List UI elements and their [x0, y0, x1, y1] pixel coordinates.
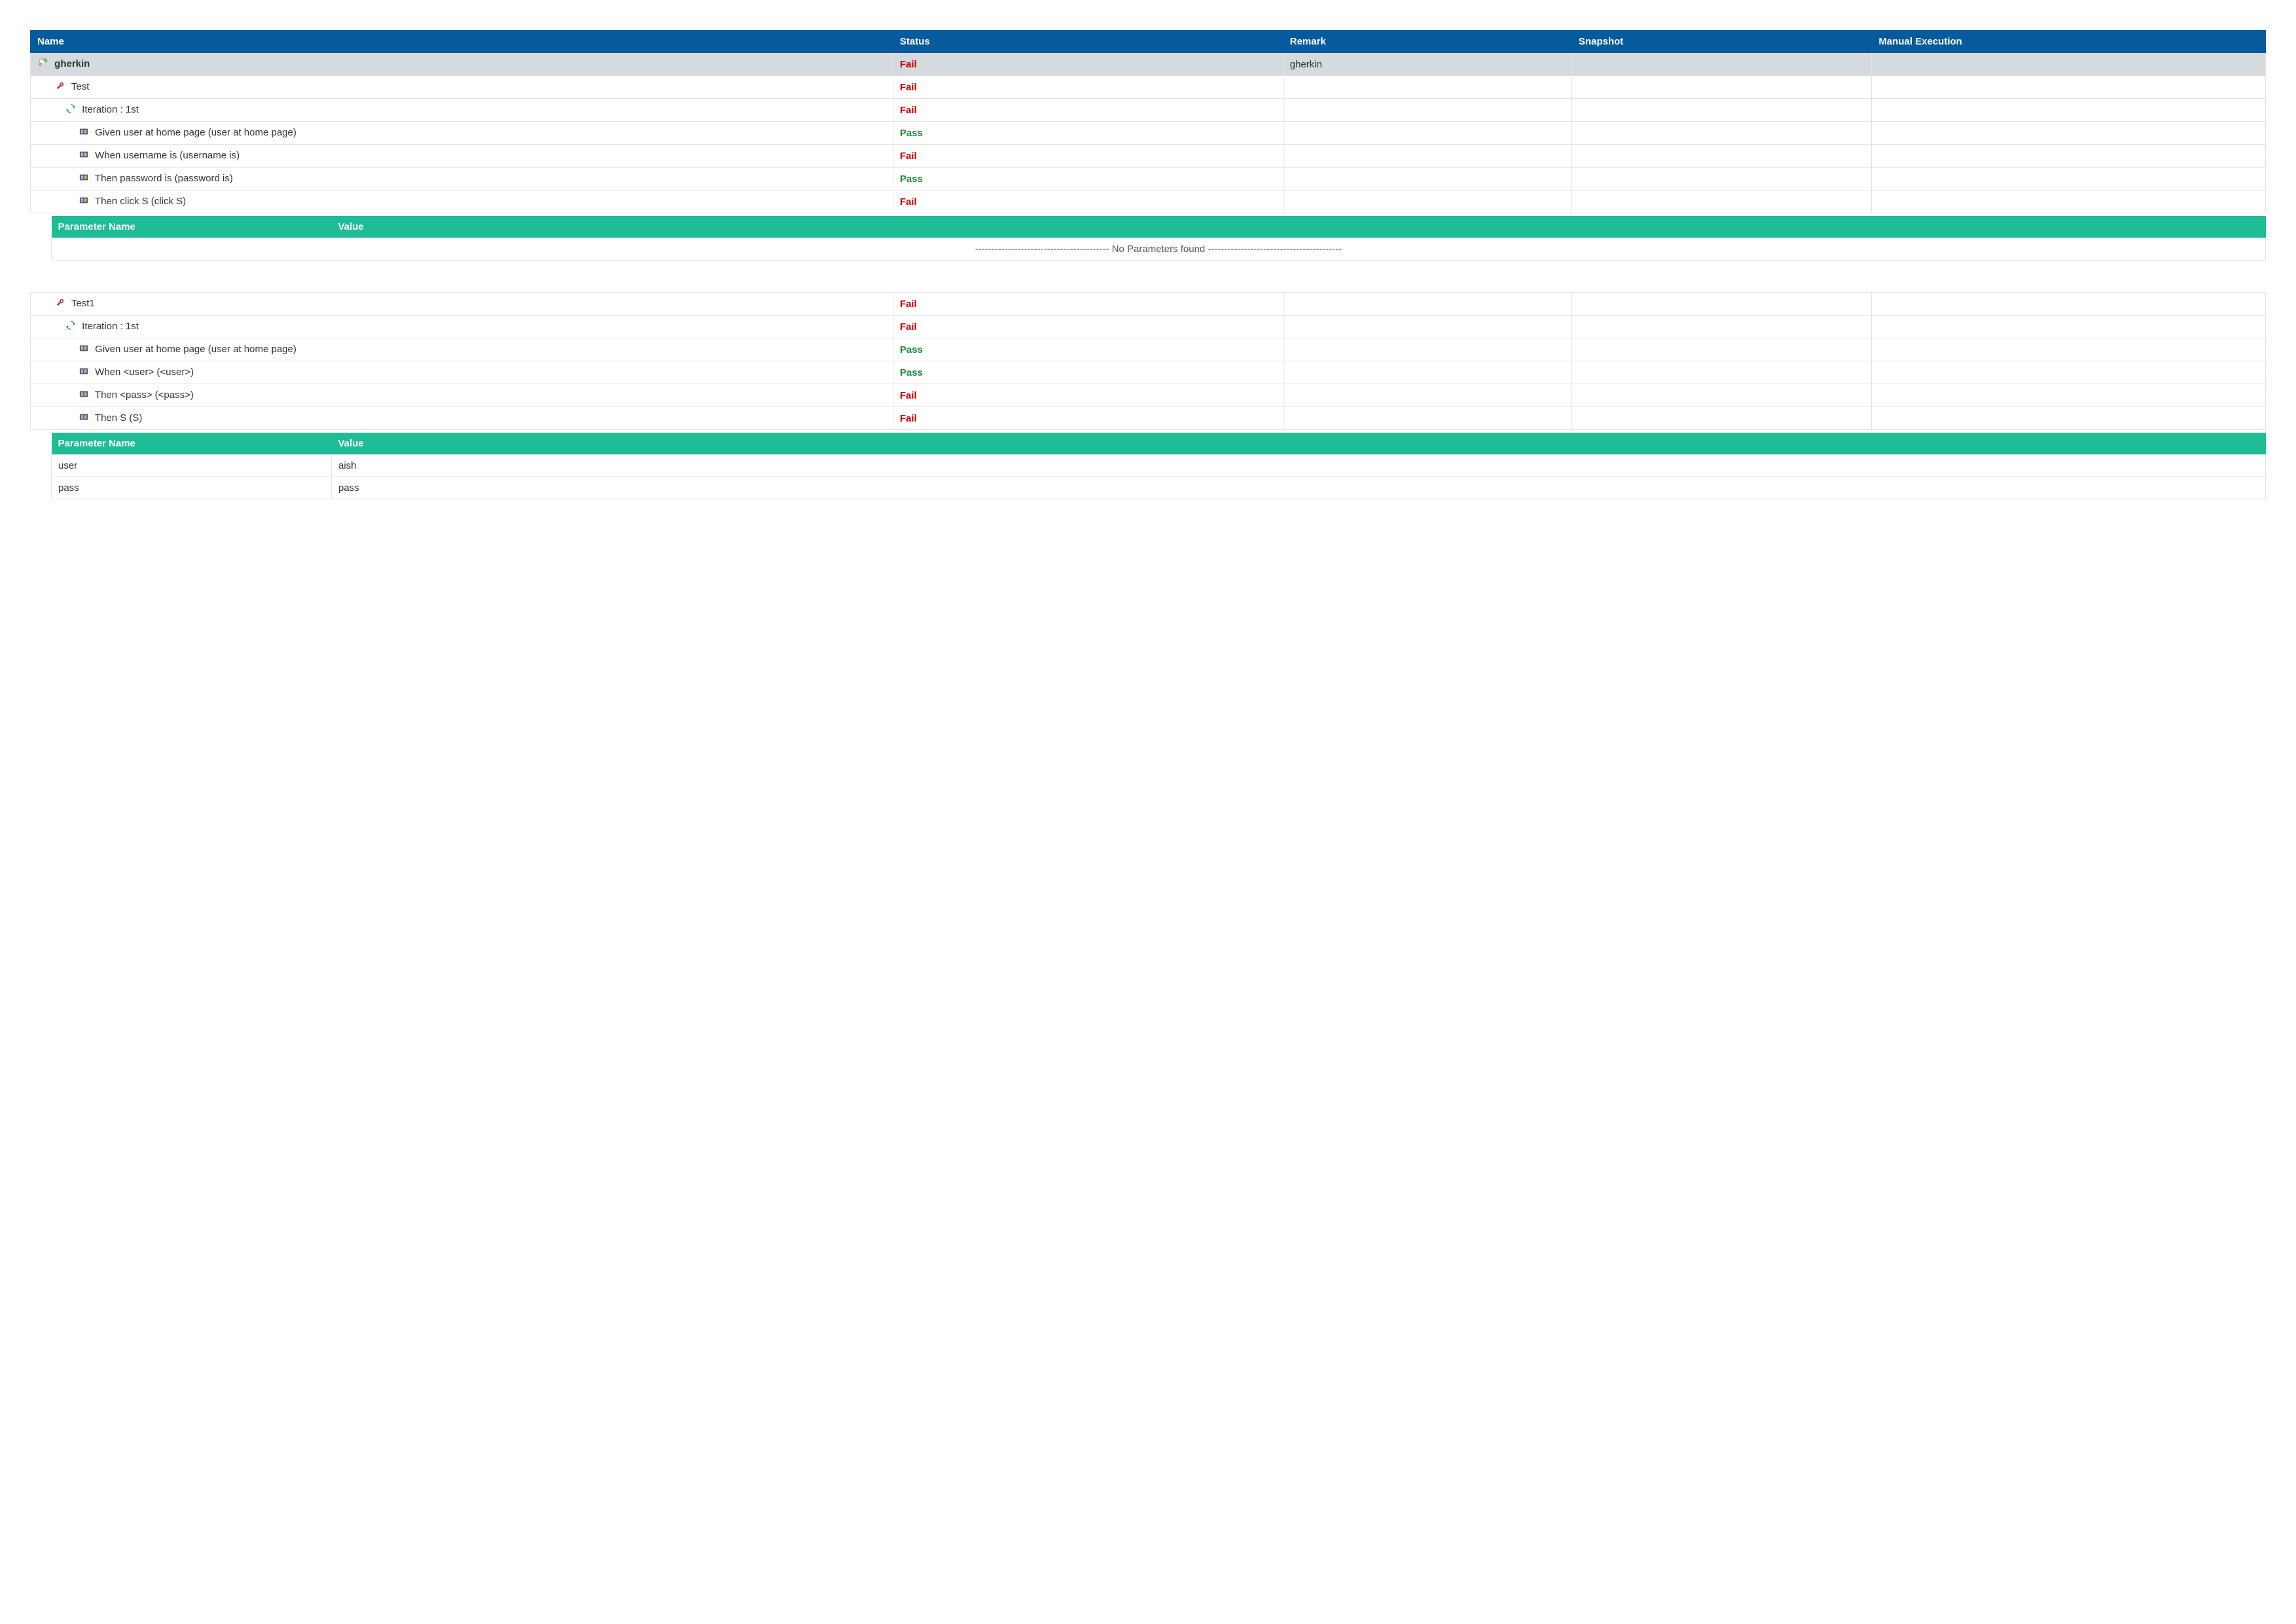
step-icon — [79, 367, 88, 378]
step-icon — [79, 150, 88, 162]
step-row[interactable]: Given user at home page (user at home pa… — [31, 338, 2266, 361]
step-icon — [79, 344, 88, 355]
param-value: pass — [338, 482, 359, 494]
test-row[interactable]: Test Fail — [31, 76, 2266, 99]
step-name: When username is (username is) — [95, 150, 240, 161]
results-table: Test1 Fail Iteration : 1st Fail Given us… — [30, 292, 2266, 430]
refresh-icon — [66, 321, 75, 333]
wrench-icon — [56, 81, 65, 93]
step-name: Then <pass> (<pass>) — [95, 389, 194, 401]
step-icon — [79, 173, 88, 185]
step-name: Then click S (click S) — [95, 196, 186, 207]
param-header-row: Parameter Name Value — [52, 433, 2266, 455]
step-status: Fail — [900, 151, 917, 162]
refresh-icon — [66, 104, 75, 116]
feature-name: gherkin — [54, 58, 90, 69]
col-remark: Remark — [1283, 31, 1571, 53]
iteration-label: Iteration : 1st — [82, 321, 139, 332]
step-row[interactable]: Given user at home page (user at home pa… — [31, 122, 2266, 145]
no-params-row: ----------------------------------------… — [52, 238, 2266, 261]
step-name: Then S (S) — [95, 412, 143, 424]
param-col-name: Parameter Name — [52, 433, 332, 455]
iteration-row[interactable]: Iteration : 1st Fail — [31, 316, 2266, 338]
step-row[interactable]: Then click S (click S) Fail — [31, 190, 2266, 213]
param-col-name: Parameter Name — [52, 216, 332, 238]
param-header-row: Parameter Name Value — [52, 216, 2266, 238]
test-row[interactable]: Test1 Fail — [31, 293, 2266, 316]
param-value: aish — [338, 460, 357, 471]
step-name: Given user at home page (user at home pa… — [95, 127, 296, 138]
header-row: Name Status Remark Snapshot Manual Execu… — [31, 31, 2266, 53]
results-table: Name Status Remark Snapshot Manual Execu… — [30, 30, 2266, 213]
param-col-value: Value — [332, 433, 2266, 455]
step-icon — [79, 127, 88, 139]
step-name: Given user at home page (user at home pa… — [95, 344, 296, 355]
feature-status: Fail — [900, 59, 917, 70]
no-params-msg: ----------------------------------------… — [975, 244, 1342, 255]
test-status: Fail — [900, 82, 917, 93]
param-row: user aish — [52, 455, 2266, 477]
step-status: Fail — [900, 413, 917, 424]
step-status: Pass — [900, 344, 923, 355]
step-row[interactable]: Then password is (password is) Pass — [31, 168, 2266, 190]
step-status: Pass — [900, 128, 923, 139]
step-icon — [79, 389, 88, 401]
parameter-table: Parameter Name Value -------------------… — [51, 216, 2266, 261]
step-status: Fail — [900, 390, 917, 401]
step-row[interactable]: Then S (S) Fail — [31, 407, 2266, 430]
step-row[interactable]: When username is (username is) Fail — [31, 145, 2266, 168]
col-manual: Manual Execution — [1872, 31, 2266, 53]
step-status: Pass — [900, 367, 923, 378]
feature-remark: gherkin — [1290, 59, 1322, 70]
param-name: user — [58, 460, 77, 471]
iteration-status: Fail — [900, 321, 917, 333]
parameter-table: Parameter Name Value user aish pass pass — [51, 433, 2266, 499]
col-snapshot: Snapshot — [1571, 31, 1871, 53]
col-status: Status — [893, 31, 1283, 53]
step-row[interactable]: Then <pass> (<pass>) Fail — [31, 384, 2266, 407]
iteration-label: Iteration : 1st — [82, 104, 139, 115]
step-name: Then password is (password is) — [95, 173, 233, 184]
test-name: Test1 — [71, 298, 95, 309]
step-status: Fail — [900, 196, 917, 208]
iteration-status: Fail — [900, 105, 917, 116]
col-name: Name — [31, 31, 893, 53]
param-row: pass pass — [52, 477, 2266, 499]
step-icon — [79, 412, 88, 424]
iteration-row[interactable]: Iteration : 1st Fail — [31, 99, 2266, 122]
step-name: When <user> (<user>) — [95, 367, 194, 378]
step-row[interactable]: When <user> (<user>) Pass — [31, 361, 2266, 384]
feature-row[interactable]: gherkin Fail gherkin — [31, 53, 2266, 76]
param-name: pass — [58, 482, 79, 494]
test-name: Test — [71, 81, 90, 92]
feature-icon — [39, 58, 48, 70]
step-status: Pass — [900, 173, 923, 185]
wrench-icon — [56, 298, 65, 310]
test-status: Fail — [900, 298, 917, 310]
step-icon — [79, 196, 88, 208]
param-col-value: Value — [332, 216, 2266, 238]
